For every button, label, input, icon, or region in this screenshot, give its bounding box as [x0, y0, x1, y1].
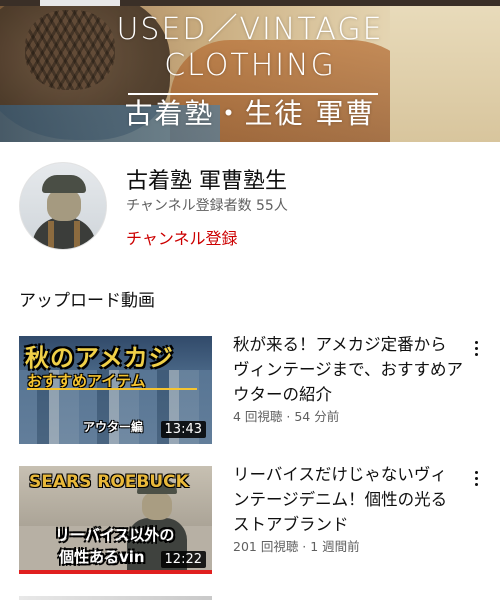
- thumbnail-caption: 秋のアメカジ: [25, 344, 174, 372]
- thumbnail-caption: リーバイス以外の: [55, 526, 175, 544]
- thumbnail-caption: アウター編: [83, 420, 144, 434]
- banner-title-line1: USED／VINTAGE: [116, 12, 384, 47]
- next-video-thumbnail-partial[interactable]: [19, 596, 212, 600]
- video-thumbnail[interactable]: SEARS ROEBUCK リーバイス以外の 個性あるvin 12:22: [19, 466, 212, 574]
- channel-name: 古着塾 軍曹塾生: [126, 169, 287, 194]
- watch-progress-bar: [19, 570, 212, 574]
- banner-title-line2: CLOTHING: [164, 48, 336, 83]
- thumbnail-caption: 個性あるvin: [59, 548, 145, 566]
- more-options-icon[interactable]: [466, 466, 486, 490]
- uploads-section-title: アップロード動画: [19, 291, 155, 311]
- video-duration: 13:43: [160, 421, 206, 438]
- thumbnail-caption: SEARS ROEBUCK: [29, 472, 189, 492]
- subscribe-button[interactable]: チャンネル登録: [126, 225, 238, 249]
- channel-avatar[interactable]: [19, 162, 107, 250]
- more-options-icon[interactable]: [466, 336, 486, 360]
- video-duration: 12:22: [160, 551, 206, 568]
- video-meta: 201 回視聴 · 1 週間前: [233, 539, 360, 554]
- channel-banner: USED／VINTAGE CLOTHING 古着塾・生徒 軍曹: [0, 0, 500, 142]
- banner-title-line3: 古着塾・生徒 軍曹: [124, 97, 376, 130]
- video-title[interactable]: リーバイスだけじゃないヴィンテージデニム！個性の光るストアブランド: [233, 462, 463, 537]
- video-title[interactable]: 秋が来る！アメカジ定番からヴィンテージまで、おすすめアウターの紹介: [233, 332, 463, 407]
- video-meta: 4 回視聴 · 54 分前: [233, 409, 340, 424]
- subscriber-count: チャンネル登録者数 55人: [126, 198, 288, 214]
- video-thumbnail[interactable]: 秋のアメカジ おすすめアイテム アウター編 13:43: [19, 336, 212, 444]
- video-item[interactable]: SEARS ROEBUCK リーバイス以外の 個性あるvin 12:22 リーバ…: [0, 465, 500, 578]
- video-item[interactable]: 秋のアメカジ おすすめアイテム アウター編 13:43 秋が来る！アメカジ定番か…: [0, 335, 500, 448]
